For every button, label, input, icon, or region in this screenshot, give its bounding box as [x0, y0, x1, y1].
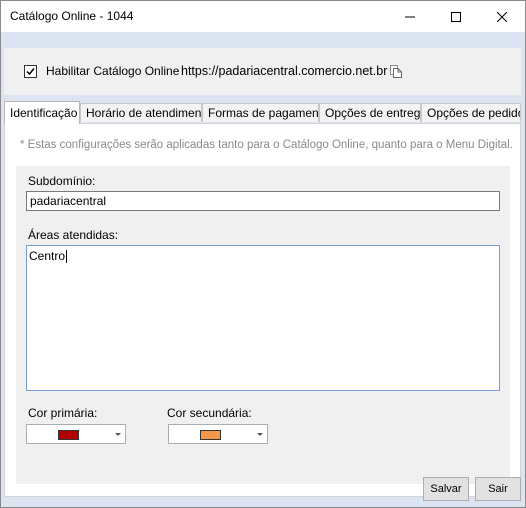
minimize-icon [405, 16, 415, 17]
enable-catalog-checkbox[interactable] [24, 65, 37, 78]
tab-strip: Identificação Horário de atendimento For… [4, 101, 521, 124]
secondary-color-label: Cor secundária: [167, 406, 252, 420]
minimize-button[interactable] [387, 1, 433, 32]
secondary-color-swatch [200, 430, 221, 440]
text-caret [66, 250, 68, 264]
settings-hint: * Estas configurações serão aplicadas ta… [20, 139, 513, 151]
catalog-window: Catálogo Online - 1044 Habilitar Catálog… [0, 0, 526, 508]
chevron-down-icon [257, 433, 263, 436]
primary-color-select[interactable] [26, 424, 126, 444]
copy-url-icon[interactable] [388, 63, 404, 82]
areas-label: Áreas atendidas: [28, 228, 119, 242]
window-client-area: Habilitar Catálogo Online https://padari… [1, 32, 525, 507]
save-button[interactable]: Salvar [423, 477, 469, 501]
subdomain-input[interactable]: padariacentral [26, 191, 500, 211]
title-bar: Catálogo Online - 1044 [1, 1, 525, 32]
primary-color-swatch [58, 430, 79, 440]
tab-identificacao[interactable]: Identificação [4, 101, 80, 124]
identification-group: Subdomínio: padariacentral Áreas atendid… [16, 166, 510, 484]
catalog-url: https://padariacentral.comercio.net.br [181, 64, 388, 78]
window-title: Catálogo Online - 1044 [10, 9, 134, 23]
maximize-icon [451, 11, 461, 22]
checkmark-icon [26, 68, 35, 76]
tab-formas-pagamento[interactable]: Formas de pagamento [202, 103, 319, 122]
secondary-color-select[interactable] [168, 424, 268, 444]
tab-opcoes-pedido[interactable]: Opções de pedido [421, 103, 521, 122]
tab-opcoes-entrega[interactable]: Opções de entrega [319, 103, 421, 122]
close-icon [497, 11, 507, 22]
exit-button[interactable]: Sair [475, 477, 521, 501]
tab-horario-atendimento[interactable]: Horário de atendimento [80, 103, 202, 122]
areas-text: Centro [29, 249, 66, 263]
identification-panel: * Estas configurações serão aplicadas ta… [4, 123, 521, 497]
areas-textarea[interactable]: Centro [26, 245, 500, 391]
close-button[interactable] [479, 1, 525, 32]
chevron-down-icon [115, 433, 121, 436]
enable-catalog-label[interactable]: Habilitar Catálogo Online [46, 64, 179, 78]
maximize-button[interactable] [433, 1, 479, 32]
subdomain-label: Subdomínio: [28, 174, 96, 188]
primary-color-label: Cor primária: [28, 406, 98, 420]
